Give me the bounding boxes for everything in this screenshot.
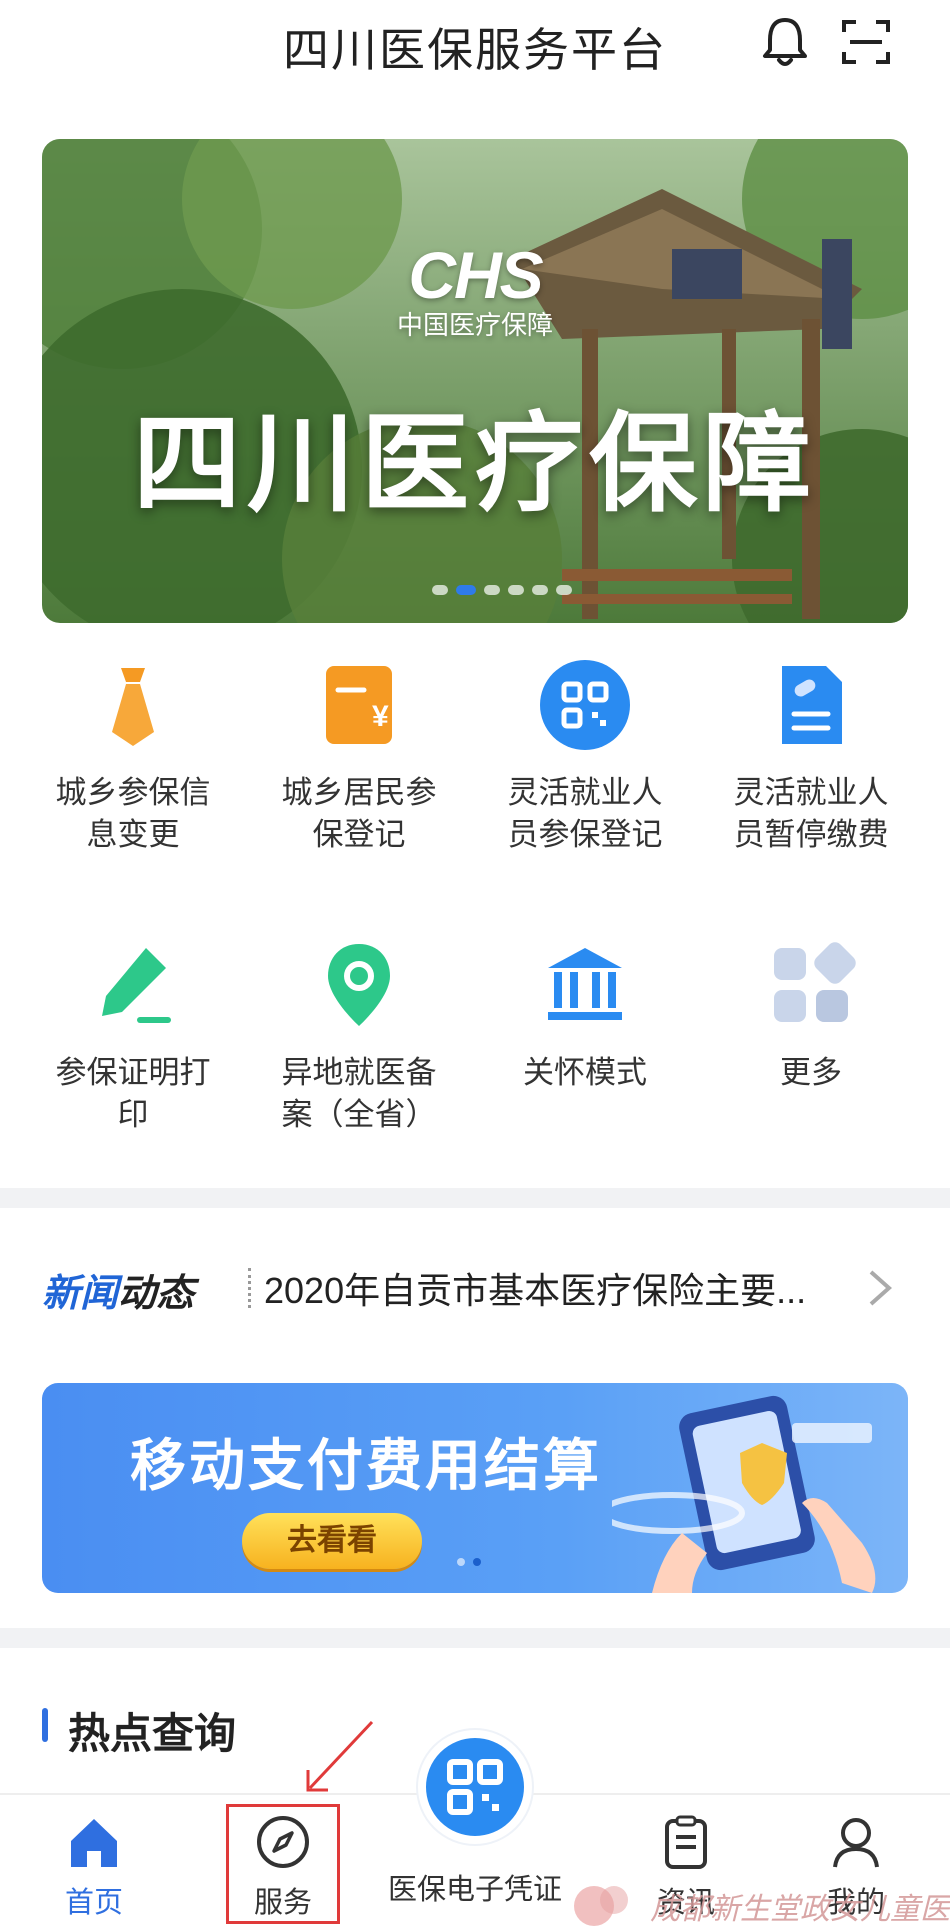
promo-banner[interactable]: 移动支付费用结算 去看看 bbox=[42, 1383, 908, 1593]
grid-item-insurance-info-change[interactable]: 城乡参保信 息变更 bbox=[20, 660, 246, 856]
section-divider bbox=[0, 1628, 950, 1648]
grid-item-care-mode[interactable]: 关怀模式 bbox=[472, 940, 698, 1094]
chs-logo: CHS bbox=[408, 238, 543, 312]
grid-item-more[interactable]: 更多 bbox=[698, 940, 924, 1094]
grid-item-label: 员参保登记 bbox=[507, 817, 663, 852]
grid-item-label: 员暂停缴费 bbox=[733, 817, 889, 852]
promo-pagination bbox=[457, 1558, 481, 1566]
grid-item-label: 案（全省） bbox=[281, 1097, 437, 1132]
grid-item-label: 城乡参保信 bbox=[55, 775, 211, 810]
banner-dot bbox=[432, 585, 448, 595]
document-icon bbox=[782, 666, 842, 744]
promo-dot-active bbox=[473, 1558, 481, 1566]
grid-item-label: 参保证明打 bbox=[55, 1055, 211, 1090]
bell-icon[interactable] bbox=[755, 12, 815, 72]
grid-item-label: 保登记 bbox=[312, 817, 406, 852]
grid-item-remote-medical-filing[interactable]: 异地就医备 案（全省） bbox=[246, 940, 472, 1136]
section-title: 热点查询 bbox=[68, 1710, 237, 1757]
tab-home[interactable]: 首页 bbox=[14, 1795, 174, 1931]
grid-item-resident-enrollment[interactable]: ¥ 城乡居民参 保登记 bbox=[246, 660, 472, 856]
grid-item-label: 灵活就业人 bbox=[507, 775, 663, 810]
app-header: 四川医保服务平台 bbox=[0, 0, 950, 100]
grid-item-label: 异地就医备 bbox=[281, 1055, 437, 1090]
banner-dot bbox=[556, 585, 572, 595]
annotation-arrow-icon bbox=[306, 1720, 374, 1792]
banner-dot bbox=[508, 585, 524, 595]
chevron-right-icon[interactable] bbox=[865, 1268, 895, 1308]
chs-logo-subtitle: 中国医疗保障 bbox=[396, 310, 553, 340]
bank-icon bbox=[548, 948, 622, 1020]
grid-item-label: 更多 bbox=[780, 1055, 842, 1090]
grid-item-flexible-enrollment[interactable]: 灵活就业人 员参保登记 bbox=[472, 660, 698, 856]
grid-item-label: 关怀模式 bbox=[523, 1055, 647, 1090]
grid-item-enrollment-certificate[interactable]: 参保证明打 印 bbox=[20, 940, 246, 1136]
news-logo: 新闻动态 bbox=[42, 1273, 195, 1315]
banner-dot bbox=[484, 585, 500, 595]
more-apps-icon bbox=[774, 942, 856, 1022]
grid-item-label: 灵活就业人 bbox=[733, 775, 889, 810]
svg-text:¥: ¥ bbox=[372, 700, 389, 733]
scan-icon[interactable] bbox=[836, 12, 896, 72]
tie-icon bbox=[112, 668, 154, 746]
news-ticker[interactable]: 新闻动态 2020年自贡市基本医疗保险主要... bbox=[0, 1240, 950, 1340]
grid-item-flexible-suspend-payment[interactable]: 灵活就业人 员暂停缴费 bbox=[698, 660, 924, 856]
promo-title: 移动支付费用结算 bbox=[130, 1434, 602, 1497]
qr-code-icon bbox=[447, 1759, 503, 1815]
yuan-card-icon: ¥ bbox=[326, 666, 392, 744]
hero-banner[interactable]: CHS 中国医疗保障 四川医疗保障 bbox=[42, 139, 908, 623]
tab-label: 首页 bbox=[64, 1887, 123, 1919]
banner-dot bbox=[532, 585, 548, 595]
promo-button[interactable]: 去看看 bbox=[242, 1513, 422, 1569]
grid-item-label: 印 bbox=[117, 1097, 149, 1132]
news-headline[interactable]: 2020年自贡市基本医疗保险主要... bbox=[264, 1262, 834, 1314]
watermark-text: 成都新生堂政女儿童医院 bbox=[650, 1892, 950, 1927]
section-divider bbox=[0, 1188, 950, 1208]
grid-item-label: 息变更 bbox=[86, 817, 180, 852]
e-voucher-button[interactable] bbox=[418, 1730, 532, 1844]
clipboard-icon bbox=[665, 1815, 707, 1869]
qr-code-icon bbox=[540, 660, 630, 750]
promo-dot bbox=[457, 1558, 465, 1566]
banner-pagination bbox=[432, 585, 572, 595]
tab-label[interactable]: 医保电子凭证 bbox=[370, 1866, 580, 1908]
phone-payment-illustration bbox=[612, 1395, 876, 1593]
news-separator bbox=[248, 1268, 251, 1308]
home-icon bbox=[71, 1819, 117, 1867]
banner-title: 四川医疗保障 bbox=[132, 403, 817, 524]
banner-dot-active bbox=[456, 585, 476, 595]
section-accent-bar bbox=[42, 1708, 48, 1742]
grid-item-label: 城乡居民参 bbox=[281, 775, 437, 810]
pen-icon bbox=[102, 948, 171, 1023]
user-icon bbox=[833, 1818, 879, 1868]
location-pin-icon bbox=[328, 944, 390, 1026]
annotation-highlight-box bbox=[226, 1804, 340, 1924]
